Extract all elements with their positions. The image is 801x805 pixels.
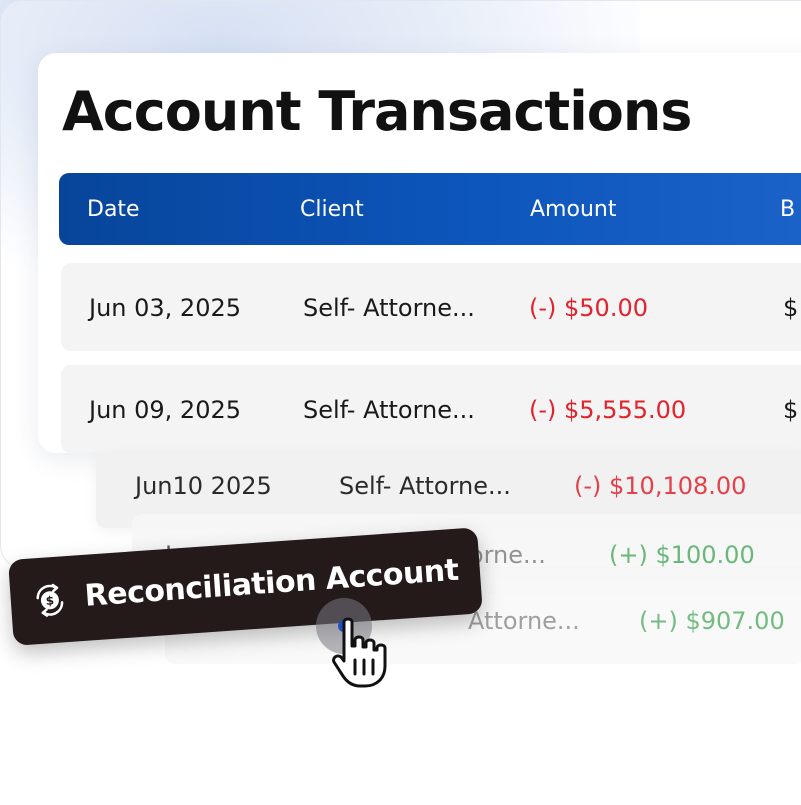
row-date: Jun 03, 2025 [89,294,242,322]
hand-pointer-icon [332,617,387,688]
row-amount: (-) $10,108.00 [574,472,747,500]
currency-exchange-icon: $ [36,583,64,617]
row-amount: (-) $5,555.00 [529,396,687,424]
row-balance: $ [783,294,799,322]
svg-text:$: $ [45,594,54,609]
row-balance: $ [783,396,799,424]
row-amount: (-) $50.00 [529,294,648,322]
column-header-date[interactable]: Date [87,197,140,222]
column-header-amount[interactable]: Amount [530,197,616,222]
reconciliation-account-label: Reconciliation Account [83,552,460,614]
table-header [59,173,801,245]
row-client: Self- Attorne... [303,396,475,424]
row-client: Self- Attorne... [339,472,511,500]
row-client: Attorne... [468,607,580,635]
row-date: Jun10 2025 [135,472,272,500]
row-amount: (+) $100.00 [609,541,755,569]
stage: Account Transactions Date Client Amount … [0,0,801,805]
page-title: Account Transactions [62,80,692,143]
row-date: Jun 09, 2025 [89,396,242,424]
row-amount: (+) $907.00 [639,607,785,635]
row-client: Self- Attorne... [303,294,475,322]
column-header-balance[interactable]: B [780,197,795,222]
column-header-client[interactable]: Client [300,197,364,222]
